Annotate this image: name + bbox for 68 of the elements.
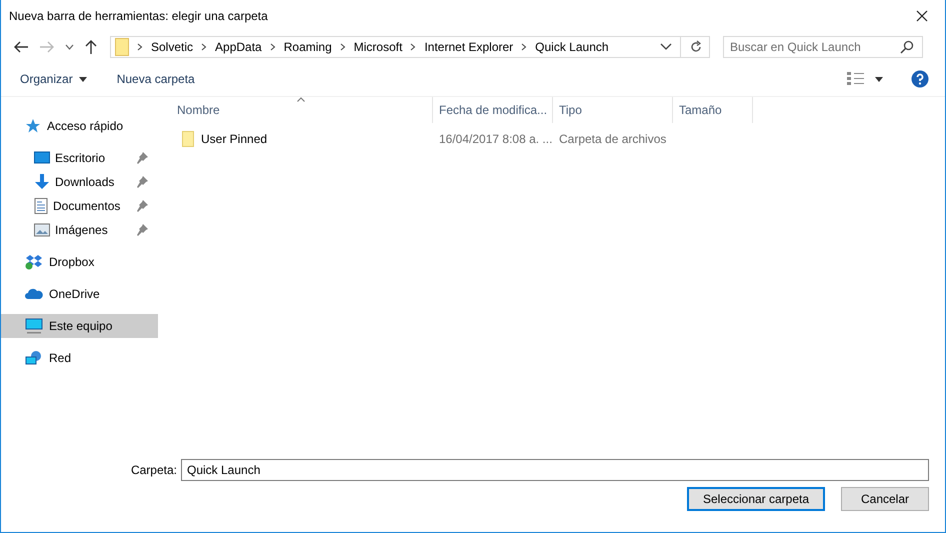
sidebar-item[interactable]: Downloads bbox=[1, 170, 158, 194]
breadcrumb-item[interactable]: Solvetic bbox=[151, 40, 194, 54]
file-name[interactable]: User Pinned bbox=[201, 132, 268, 146]
sidebar-item[interactable]: Documentos bbox=[1, 194, 158, 218]
breadcrumb-item[interactable]: Internet Explorer bbox=[424, 40, 514, 54]
cloud-icon bbox=[25, 288, 43, 300]
breadcrumb-item[interactable]: AppData bbox=[215, 40, 262, 54]
select-folder-button[interactable]: Seleccionar carpeta bbox=[687, 487, 825, 511]
breadcrumb-item[interactable]: Microsoft bbox=[354, 40, 402, 54]
sidebar-label: OneDrive bbox=[49, 287, 100, 301]
up-arrow-icon[interactable] bbox=[84, 39, 98, 55]
dropdown-icon[interactable] bbox=[660, 43, 672, 51]
refresh-icon[interactable] bbox=[689, 40, 703, 54]
sidebar-label: Escritorio bbox=[55, 151, 106, 165]
image-icon bbox=[34, 223, 50, 237]
sidebar-item[interactable]: Imágenes bbox=[1, 218, 158, 242]
column-header[interactable]: Nombre bbox=[171, 97, 433, 123]
help-icon[interactable] bbox=[911, 70, 929, 88]
chevron-icon bbox=[201, 43, 208, 51]
folder-name-field[interactable]: Quick Launch bbox=[181, 459, 929, 481]
sidebar-label: Downloads bbox=[55, 175, 114, 189]
table-cell: 16/04/2017 8:08 a. ... bbox=[439, 132, 552, 146]
sidebar-label: Acceso rápido bbox=[47, 119, 124, 133]
computer-icon bbox=[25, 318, 43, 334]
sidebar-item[interactable]: Acceso rápido bbox=[1, 114, 158, 138]
star-icon bbox=[25, 118, 41, 134]
folder-label: Carpeta: bbox=[130, 463, 177, 477]
caret-icon[interactable] bbox=[875, 76, 883, 82]
sidebar-label: Red bbox=[49, 351, 72, 365]
breadcrumb-item[interactable]: Quick Launch bbox=[535, 40, 609, 54]
sidebar-label: Este equipo bbox=[49, 319, 112, 333]
close-icon bbox=[916, 10, 928, 22]
back-arrow-icon[interactable] bbox=[13, 40, 29, 54]
sidebar-item[interactable]: Dropbox bbox=[1, 250, 158, 274]
chevron-icon bbox=[340, 43, 346, 51]
document-icon bbox=[34, 198, 48, 214]
sidebar-item[interactable]: Escritorio bbox=[1, 146, 158, 170]
sidebar-item[interactable]: OneDrive bbox=[1, 282, 158, 306]
sidebar-label: Imágenes bbox=[55, 223, 108, 237]
organize-menu-button[interactable]: Organizar bbox=[13, 68, 94, 90]
sidebar-label: Dropbox bbox=[49, 255, 94, 269]
caret-icon[interactable] bbox=[65, 44, 74, 50]
network-icon bbox=[25, 350, 43, 366]
table-cell: Carpeta de archivos bbox=[559, 132, 666, 146]
sidebar-item[interactable]: Red bbox=[1, 346, 158, 370]
chevron-icon bbox=[137, 43, 143, 51]
column-header[interactable]: Tipo bbox=[553, 97, 673, 123]
window-title: Nueva barra de herramientas: elegir una carpeta bbox=[9, 9, 269, 23]
chevron-icon bbox=[270, 43, 276, 51]
caret-icon bbox=[78, 76, 87, 82]
chevron-icon bbox=[521, 43, 528, 51]
column-header[interactable]: Tamaño bbox=[673, 97, 753, 123]
view-options-icon[interactable] bbox=[847, 72, 865, 86]
box-icon bbox=[25, 254, 43, 270]
address-bar[interactable]: Solvetic AppData Roaming Microsoft Internet Explorer Quick Launch bbox=[110, 36, 710, 58]
sidebar-label: Documentos bbox=[53, 199, 120, 213]
column-header[interactable]: Fecha de modifica... bbox=[433, 97, 553, 123]
search-field[interactable]: Buscar en Quick Launch bbox=[723, 36, 923, 58]
search-icon bbox=[900, 40, 914, 54]
folder-icon bbox=[182, 131, 194, 147]
folder-icon bbox=[115, 38, 129, 56]
down-arrow-icon bbox=[34, 174, 50, 190]
desktop-icon bbox=[34, 151, 50, 165]
breadcrumb-item[interactable]: Roaming bbox=[284, 40, 332, 54]
new-folder-button[interactable]: Nueva carpeta bbox=[110, 68, 202, 90]
sidebar-item[interactable]: Este equipo bbox=[1, 314, 158, 338]
chevron-icon bbox=[410, 43, 416, 51]
cancel-button[interactable]: Cancelar bbox=[841, 487, 929, 511]
